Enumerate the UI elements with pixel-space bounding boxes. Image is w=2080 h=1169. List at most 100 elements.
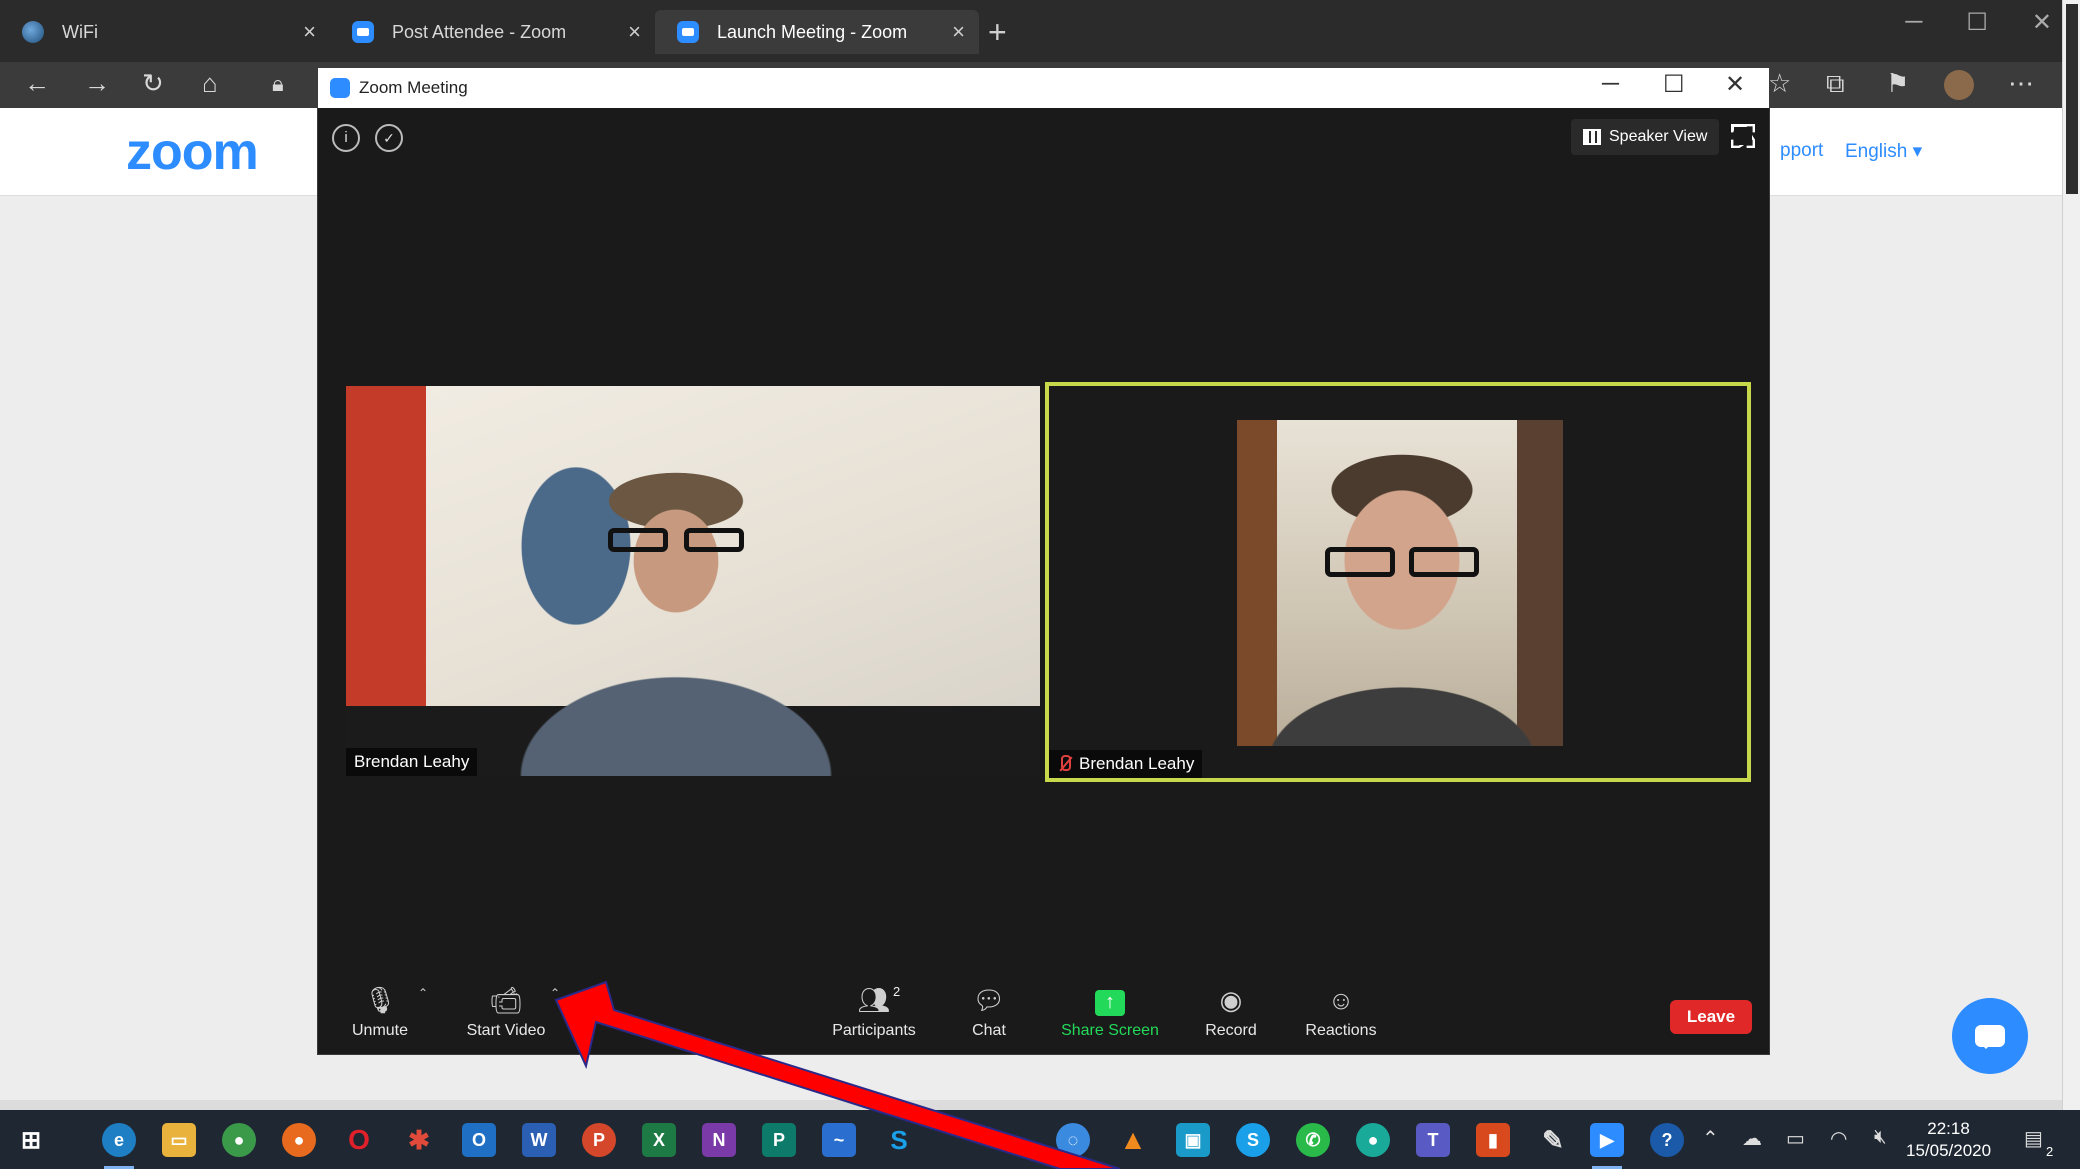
powerpoint-icon[interactable]: P [582, 1123, 616, 1157]
favorites-icon[interactable]: ☆ [1768, 68, 1791, 99]
browser-app-icon[interactable]: ● [1356, 1123, 1390, 1157]
share-screen-label: Share Screen [1061, 1022, 1159, 1039]
clock-date: 15/05/2020 [1906, 1141, 1992, 1160]
skype-icon[interactable]: S [882, 1123, 916, 1157]
fullscreen-icon[interactable] [1731, 124, 1755, 148]
meeting-maximize-icon[interactable]: ☐ [1663, 70, 1685, 99]
speaker-view-button[interactable]: Speaker View [1571, 119, 1720, 155]
video-options-caret-icon[interactable]: ⌃ [550, 986, 560, 1000]
lock-icon[interactable]: 🔒︎ [272, 71, 284, 97]
tab-post-attendee[interactable]: Post Attendee - Zoom × [330, 10, 655, 54]
browser-tab-strip: WiFi × Post Attendee - Zoom × Launch Mee… [0, 0, 2080, 62]
meeting-title-bar: Zoom Meeting ─ ☐ ✕ [318, 68, 1769, 108]
start-windows-icon[interactable]: ⊞ [14, 1123, 48, 1157]
system-clock[interactable]: 22:18 15/05/2020 [1906, 1118, 1991, 1162]
close-tab-icon[interactable]: × [303, 19, 316, 45]
support-chat-button[interactable] [1952, 998, 2028, 1074]
refresh-icon[interactable]: ↻ [142, 68, 164, 99]
forward-icon[interactable]: → [84, 68, 110, 99]
support-link[interactable]: pport [1780, 140, 1823, 162]
chat-label: Chat [972, 1022, 1006, 1039]
outlook-icon[interactable]: O [462, 1123, 496, 1157]
maximize-icon[interactable]: ☐ [1966, 8, 1988, 37]
audio-options-caret-icon[interactable]: ⌃ [418, 986, 428, 1000]
file-explorer-icon[interactable]: ▭ [162, 1123, 196, 1157]
page-bottom-strip [0, 1100, 2062, 1110]
zoom-meeting-window: Zoom Meeting ─ ☐ ✕ i ✓ Speaker View Bren… [317, 67, 1770, 1055]
meeting-minimize-icon[interactable]: ─ [1602, 70, 1619, 98]
meeting-info-icon[interactable]: i [332, 124, 360, 152]
new-tab-button[interactable]: + [988, 14, 1007, 51]
paint-icon[interactable]: ✎ [1536, 1123, 1570, 1157]
messaging-icon[interactable]: ◌ [1056, 1123, 1090, 1157]
help-icon[interactable]: ? [1650, 1123, 1684, 1157]
reactions-icon: ☺ [1327, 985, 1355, 1015]
skype-business-icon[interactable]: S [1236, 1123, 1270, 1157]
office-icon[interactable]: ▮ [1476, 1123, 1510, 1157]
collections-icon[interactable]: ⧉ [1826, 68, 1845, 100]
tab-launch-meeting[interactable]: Launch Meeting - Zoom × [655, 10, 979, 54]
leave-meeting-button[interactable]: Leave [1670, 1000, 1752, 1034]
meeting-controls-bar: 🎙︎ Unmute ⌃ 📹︎ Start Video ⌃ 👥︎ Particip… [318, 980, 1769, 1056]
zoom-taskbar-icon[interactable]: ▶ [1590, 1123, 1624, 1169]
mail-icon[interactable]: ~ [822, 1123, 856, 1157]
whatsapp-icon[interactable]: ✆ [1296, 1123, 1330, 1157]
chat-button[interactable]: 💬︎ Chat [929, 980, 1049, 1040]
security-shield-icon[interactable]: ✓ [375, 124, 403, 152]
windows-taskbar: ⊞ e ▭ ● ● O ✱ O W P X N P ~ S ◌ ▲ ▣ S ✆ … [0, 1110, 2080, 1169]
profile-avatar[interactable] [1944, 70, 1974, 100]
excel-icon[interactable]: X [642, 1123, 676, 1157]
zoom-app-icon [330, 78, 350, 98]
close-tab-icon[interactable]: × [628, 19, 641, 45]
firefox-icon[interactable]: ● [282, 1123, 316, 1157]
share-screen-button[interactable]: ↑ Share Screen [1050, 980, 1170, 1040]
publisher-icon[interactable]: P [762, 1123, 796, 1157]
home-icon[interactable]: ⌂ [202, 68, 218, 99]
view-grid-icon [1583, 129, 1601, 145]
speaker-view-label: Speaker View [1609, 128, 1708, 145]
tray-expand-icon[interactable]: ⌃ [1702, 1126, 1719, 1151]
meeting-close-icon[interactable]: ✕ [1725, 70, 1745, 99]
chrome-icon[interactable]: ● [222, 1123, 256, 1157]
notification-center-icon[interactable]: ▤ [2024, 1126, 2043, 1151]
remote-desktop-icon[interactable]: ▣ [1176, 1123, 1210, 1157]
close-window-icon[interactable]: ✕ [2032, 8, 2052, 37]
share-screen-icon: ↑ [1095, 980, 1125, 1016]
clock-time: 22:18 [1927, 1119, 1970, 1138]
onedrive-icon[interactable]: ☁ [1742, 1126, 1762, 1151]
battery-icon[interactable]: ▭ [1786, 1126, 1805, 1151]
active-speaker-tile[interactable]: Brendan Leahy [1045, 382, 1751, 782]
zoom-favicon-icon [352, 21, 374, 43]
close-tab-icon[interactable]: × [952, 19, 965, 45]
vlc-icon[interactable]: ▲ [1116, 1123, 1150, 1157]
minimize-icon[interactable]: ─ [1905, 8, 1922, 37]
tab-wifi[interactable]: WiFi × [0, 10, 330, 54]
chat-bubble-icon [1975, 1025, 2005, 1049]
wifi-icon[interactable]: ◠ [1830, 1126, 1847, 1151]
language-selector[interactable]: English ▾ [1845, 140, 1922, 163]
teams-icon[interactable]: T [1416, 1123, 1450, 1157]
edge-icon[interactable]: e [102, 1123, 136, 1169]
more-menu-icon[interactable]: ⋯ [2008, 68, 2034, 99]
tab-title: Launch Meeting - Zoom [717, 21, 908, 42]
feedback-icon[interactable]: ⚑ [1886, 68, 1909, 99]
participant-name: Brendan Leahy [354, 752, 470, 771]
participant-video-tile[interactable]: Brendan Leahy [346, 386, 1040, 776]
start-video-button[interactable]: 📹︎ Start Video [446, 980, 566, 1040]
participant-profile-photo [1237, 420, 1563, 746]
reactions-button[interactable]: ☺ Reactions [1281, 980, 1401, 1040]
word-icon[interactable]: W [522, 1123, 556, 1157]
volume-muted-icon[interactable]: 🔇︎ [1874, 1126, 1887, 1149]
page-scrollbar[interactable] [2062, 0, 2080, 1110]
zoom-logo[interactable]: zoom [126, 122, 259, 182]
muted-mic-icon [1057, 755, 1071, 773]
onenote-icon[interactable]: N [702, 1123, 736, 1157]
record-icon: ◉ [1219, 985, 1243, 1015]
ccleaner-icon[interactable]: ✱ [402, 1123, 436, 1157]
opera-icon[interactable]: O [342, 1123, 376, 1157]
back-icon[interactable]: ← [24, 68, 50, 99]
participants-button[interactable]: 👥︎ Participants [814, 980, 934, 1040]
tab-title: Post Attendee - Zoom [392, 21, 567, 42]
record-label: Record [1205, 1022, 1257, 1039]
record-button[interactable]: ◉ Record [1171, 980, 1291, 1040]
